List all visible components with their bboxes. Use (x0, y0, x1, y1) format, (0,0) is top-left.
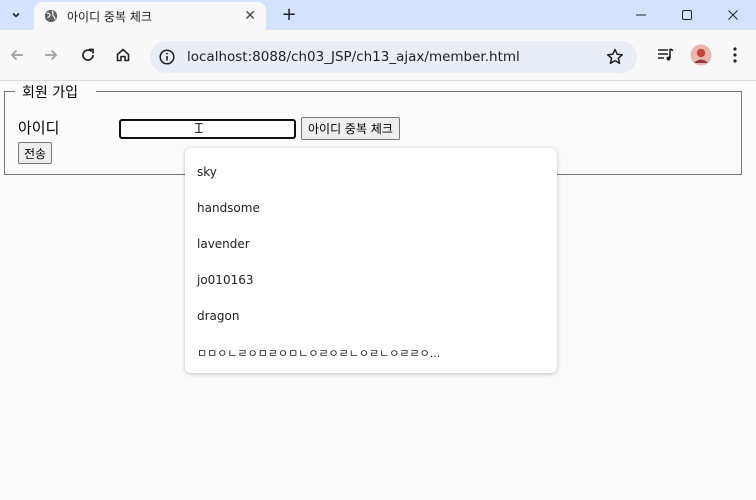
autocomplete-item[interactable]: lavender (197, 237, 250, 251)
id-input[interactable] (119, 119, 296, 139)
arrow-right-icon (45, 49, 58, 61)
reload-button[interactable] (75, 42, 101, 68)
globe-icon (44, 9, 58, 23)
tab-search-button[interactable] (6, 5, 26, 25)
autocomplete-dropdown: sky handsome lavender jo010163 dragon ㅁㅁ… (185, 148, 557, 373)
close-window-button[interactable] (710, 0, 756, 30)
avatar (690, 44, 712, 66)
address-bar[interactable]: localhost:8088/ch03_JSP/ch13_ajax/member… (150, 41, 637, 73)
site-info-icon[interactable] (158, 48, 176, 66)
maximize-icon (682, 10, 692, 20)
new-tab-button[interactable]: + (278, 4, 300, 26)
home-icon (116, 48, 130, 62)
star-icon[interactable] (605, 47, 625, 67)
fieldset-border-left (5, 91, 15, 92)
id-label: 아이디 (18, 119, 60, 137)
home-button[interactable] (110, 42, 136, 68)
fieldset-border-right (96, 91, 741, 92)
more-vertical-icon (733, 47, 737, 63)
media-control-button[interactable] (653, 42, 679, 68)
address-url: localhost:8088/ch03_JSP/ch13_ajax/member… (187, 49, 520, 65)
autocomplete-item[interactable]: jo010163 (197, 273, 253, 287)
tab-title: 아이디 중복 체크 (67, 10, 152, 24)
chevron-down-icon (12, 12, 20, 18)
id-duplicate-check-button[interactable]: 아이디 중복 체크 (301, 117, 400, 140)
minimize-button[interactable] (618, 0, 664, 30)
close-tab-icon[interactable]: ✕ (244, 7, 256, 25)
forward-button[interactable] (38, 42, 64, 68)
text-cursor-icon: Ɪ (195, 121, 203, 137)
browser-tab-active[interactable]: 아이디 중복 체크 ✕ (34, 2, 266, 30)
back-button[interactable] (4, 42, 30, 68)
reload-icon (82, 48, 94, 61)
browser-menu-button[interactable] (722, 42, 748, 68)
submit-button[interactable]: 전송 (18, 142, 53, 164)
arrow-left-icon (10, 49, 23, 61)
autocomplete-item[interactable]: handsome (197, 201, 260, 215)
minimize-icon (636, 14, 646, 16)
autocomplete-item[interactable]: dragon (197, 309, 239, 323)
close-icon (728, 10, 738, 20)
autocomplete-item[interactable]: ㅁㅁㅇㄴㄹㅇㅁㄹㅇㅁㄴㅇㄹㅇㄹㄴㅇㄹㄴㅇㄹㄹㅇ... (197, 345, 440, 361)
browser-toolbar: localhost:8088/ch03_JSP/ch13_ajax/member… (0, 30, 756, 81)
fieldset-legend: 회원 가입 (20, 82, 80, 102)
playlist-icon (658, 48, 674, 61)
autocomplete-item[interactable]: sky (197, 165, 217, 179)
profile-button[interactable] (688, 42, 714, 68)
tab-strip: 아이디 중복 체크 ✕ + (0, 0, 756, 30)
maximize-button[interactable] (664, 0, 710, 30)
